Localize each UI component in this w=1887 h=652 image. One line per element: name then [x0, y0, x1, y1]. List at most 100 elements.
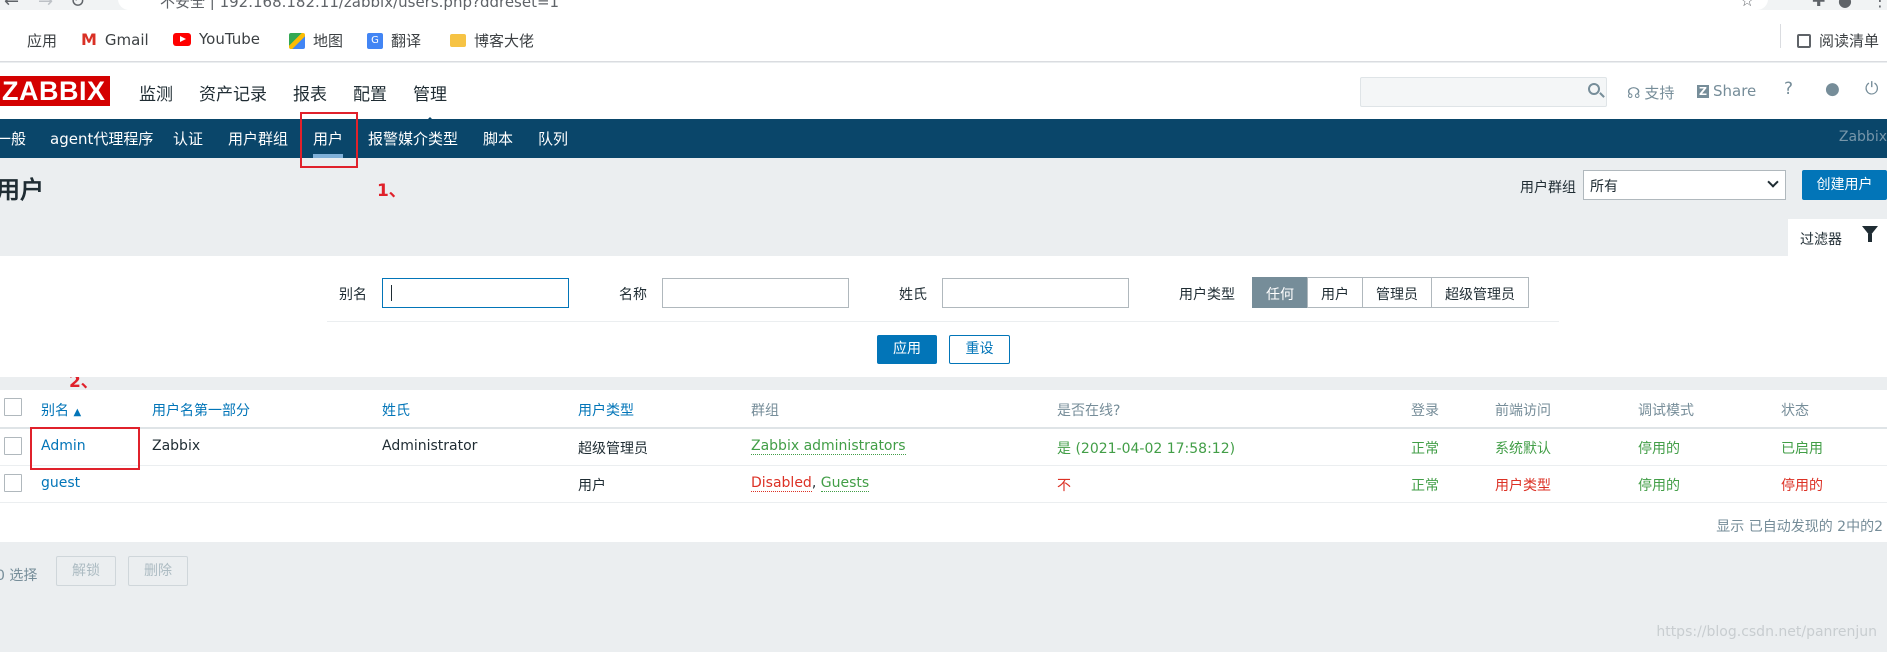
user-login-status: 正常	[1411, 478, 1439, 494]
user-login-status: 正常	[1411, 441, 1439, 457]
col-debug-header: 调试模式	[1638, 403, 1694, 419]
surname-input[interactable]	[942, 278, 1129, 308]
col-type-header[interactable]: 用户类型	[578, 400, 634, 420]
menu-administration[interactable]: 管理	[413, 80, 447, 125]
user-surname: Administrator	[382, 438, 478, 454]
create-user-button[interactable]: 创建用户	[1802, 170, 1887, 200]
user-status[interactable]: 已启用	[1781, 438, 1823, 458]
user-type-any[interactable]: 任何	[1252, 277, 1308, 308]
extensions-icon[interactable]: ✚	[1812, 0, 1825, 10]
reload-icon[interactable]: ↻	[70, 0, 85, 10]
zabbix-logo[interactable]: ZABBIX	[0, 76, 110, 106]
user-status[interactable]: 停用的	[1781, 475, 1823, 495]
submenu-queue[interactable]: 队列	[538, 128, 568, 149]
gmail-icon: M	[81, 30, 97, 49]
global-search-input[interactable]	[1360, 77, 1607, 107]
bookmark-youtube[interactable]: YouTube	[173, 30, 260, 48]
filter-panel	[0, 256, 1887, 377]
forward-icon[interactable]: →	[38, 0, 53, 10]
name-input[interactable]	[662, 278, 849, 308]
user-frontend-access: 用户类型	[1495, 478, 1551, 494]
user-alias-link[interactable]: guest	[41, 475, 80, 491]
user-name: Zabbix	[152, 438, 201, 454]
bookmarks-divider	[1780, 24, 1781, 48]
user-type: 超级管理员	[578, 441, 648, 457]
user-type-label: 用户类型	[1179, 287, 1235, 303]
user-debug-mode: 停用的	[1638, 478, 1680, 494]
bookmark-translate[interactable]: G 翻译	[367, 30, 421, 51]
profile-icon[interactable]: ●	[1838, 0, 1852, 10]
row-divider	[0, 465, 1887, 466]
help-icon[interactable]: ?	[1784, 79, 1793, 99]
search-icon[interactable]	[1588, 83, 1600, 95]
main-menu: 监测 资产记录 报表 配置 管理	[139, 80, 473, 125]
menu-monitoring[interactable]: 监测	[139, 80, 173, 105]
filter-tab[interactable]: 过滤器	[1788, 219, 1887, 256]
user-frontend-access: 系统默认	[1495, 441, 1551, 457]
user-debug-mode: 停用的	[1638, 441, 1680, 457]
selected-count: 0 选择	[0, 568, 38, 584]
annotation-note-1: 1、	[377, 181, 406, 201]
share-z-icon: Z	[1697, 84, 1709, 98]
table-footer-count: 显示 已自动发现的 2中的2	[1716, 519, 1883, 535]
folder-icon	[450, 34, 466, 47]
bookmark-apps[interactable]: 应用	[3, 30, 57, 51]
name-label: 名称	[619, 287, 647, 303]
user-group-link[interactable]: Disabled	[751, 475, 812, 492]
reset-button[interactable]: 重设	[949, 335, 1010, 364]
unlock-button[interactable]: 解锁	[56, 556, 116, 586]
chevron-down-icon	[1767, 176, 1779, 188]
col-alias-header[interactable]: 别名 ▲	[41, 400, 81, 420]
support-link[interactable]: ☊ 支持	[1627, 82, 1674, 103]
bookmark-maps[interactable]: 地图	[289, 30, 343, 51]
maps-icon	[289, 32, 305, 49]
bookmark-gmail[interactable]: M Gmail	[81, 30, 149, 49]
submenu-user-groups[interactable]: 用户群组	[228, 128, 288, 149]
user-group-link[interactable]: Guests	[820, 475, 870, 492]
submenu-media-types[interactable]: 报警媒介类型	[368, 128, 458, 149]
user-type-admin[interactable]: 管理员	[1362, 277, 1432, 308]
sort-asc-icon: ▲	[73, 407, 82, 418]
bookmarks-bar: 应用 M Gmail YouTube 地图 G 翻译 博客大佬 阅读清单	[0, 10, 1887, 62]
apply-button[interactable]: 应用	[877, 335, 937, 364]
user-online-status: 是 (2021-04-02 17:58:12)	[1057, 441, 1236, 457]
user-profile-icon[interactable]: ●	[1825, 79, 1840, 99]
submenu-authentication[interactable]: 认证	[173, 128, 203, 149]
bookmark-star-icon[interactable]: ☆	[1740, 0, 1754, 10]
annotation-box-users-tab	[300, 112, 358, 168]
reading-list-icon	[1797, 33, 1811, 48]
user-group-link[interactable]: Zabbix administrators	[751, 438, 906, 455]
menu-configuration[interactable]: 配置	[353, 80, 387, 105]
alias-input[interactable]	[382, 278, 569, 308]
col-surname-header[interactable]: 姓氏	[382, 400, 410, 420]
select-all-checkbox[interactable]	[4, 398, 22, 416]
submenu-scripts[interactable]: 脚本	[483, 128, 513, 149]
sign-out-icon[interactable]: ⏻	[1865, 79, 1878, 99]
user-type-user[interactable]: 用户	[1307, 277, 1363, 308]
submenu-general[interactable]: 一般	[0, 128, 26, 149]
user-groups: Disabled, Guests	[751, 475, 870, 492]
browser-menu-icon[interactable]: ⋮	[1872, 0, 1887, 10]
delete-button[interactable]: 删除	[128, 556, 188, 586]
headset-icon: ☊	[1627, 83, 1641, 102]
col-name-header[interactable]: 用户名第一部分	[152, 400, 250, 420]
menu-inventory[interactable]: 资产记录	[199, 80, 267, 105]
filter-funnel-icon	[1862, 226, 1878, 242]
submenu-proxies[interactable]: agent代理程序	[50, 128, 153, 149]
watermark: https://blog.csdn.net/panrenjun	[1656, 624, 1877, 640]
col-login-header: 登录	[1411, 403, 1439, 419]
zabbix-header: ZABBIX 监测 资产记录 报表 配置 管理 ☊ 支持 Z Share ? ●…	[0, 63, 1887, 125]
bookmark-folder-blog[interactable]: 博客大佬	[450, 30, 534, 51]
row-checkbox-guest[interactable]	[4, 474, 22, 492]
alias-label: 别名	[339, 287, 367, 303]
user-type-super-admin[interactable]: 超级管理员	[1431, 277, 1529, 308]
usergroup-select[interactable]: 所有	[1583, 170, 1786, 200]
user-type: 用户	[578, 478, 606, 494]
menu-reports[interactable]: 报表	[293, 80, 327, 105]
back-icon[interactable]: ←	[4, 0, 19, 10]
share-link[interactable]: Z Share	[1697, 82, 1756, 100]
row-checkbox-admin[interactable]	[4, 437, 22, 455]
text-caret	[391, 285, 392, 301]
surname-label: 姓氏	[899, 287, 927, 303]
reading-list[interactable]: 阅读清单	[1797, 30, 1879, 51]
